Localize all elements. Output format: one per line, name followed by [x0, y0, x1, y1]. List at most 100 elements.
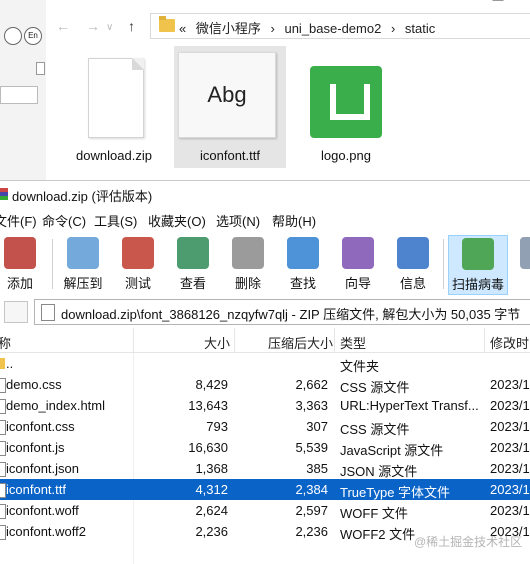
window-title: download.zip (评估版本): [12, 189, 153, 204]
add-books-icon: [4, 237, 36, 269]
breadcrumb-separator[interactable]: ›: [271, 21, 275, 36]
type-cell: JSON 源文件: [340, 464, 418, 479]
breadcrumb-overflow[interactable]: «: [179, 21, 186, 36]
forward-arrow-icon[interactable]: →: [86, 18, 100, 34]
table-row[interactable]: iconfont.js 16,630 5,539 JavaScript 源文件 2023…: [0, 437, 530, 458]
breadcrumb-item-project[interactable]: uni_base-demo2: [284, 21, 381, 36]
background-checkbox[interactable]: [36, 62, 45, 75]
archive-window: download.zip (评估版本) 文件(F) 命令(C) 工具(S) 收藏…: [0, 180, 530, 564]
back-arrow-icon[interactable]: ←: [56, 18, 70, 34]
menu-tools[interactable]: 工具(S): [94, 211, 137, 230]
size-cell: 13,643: [188, 398, 228, 413]
folder-icon: [159, 16, 175, 32]
winrar-app-icon: [0, 188, 8, 200]
file-name-cell: iconfont.ttf: [6, 482, 66, 497]
modified-cell: 2023/1: [490, 398, 530, 413]
breadcrumb-item-static[interactable]: static: [405, 21, 435, 36]
menu-help[interactable]: 帮助(H): [272, 211, 316, 230]
table-row[interactable]: demo.css 8,429 2,662 CSS 源文件 2023/1: [0, 374, 530, 395]
document-icon: [88, 58, 144, 138]
menu-file[interactable]: 文件(F): [0, 211, 37, 230]
background-circle-icon[interactable]: [4, 27, 22, 45]
table-row[interactable]: demo_index.html 13,643 3,363 URL:HyperText …: [0, 395, 530, 416]
view-label: 查看: [179, 276, 206, 291]
virus-scan-button[interactable]: 扫描病毒: [448, 235, 508, 295]
test-button[interactable]: 测试: [112, 235, 164, 293]
type-cell: URL:HyperText Transf...: [340, 398, 479, 413]
history-chevron-icon[interactable]: ∨: [106, 22, 113, 33]
test-label: 测试: [124, 276, 151, 291]
path-bar: download.zip\font_3868126_nzqyfw7qlj - Z…: [0, 297, 530, 325]
virus-scan-icon: [462, 238, 494, 270]
up-arrow-icon[interactable]: ↑: [128, 18, 135, 34]
find-label: 查找: [289, 276, 316, 291]
up-folder-button[interactable]: [4, 301, 28, 323]
info-icon: [397, 237, 429, 269]
file-item-download-zip[interactable]: download.zip: [58, 46, 170, 168]
type-cell: CSS 源文件: [340, 422, 410, 437]
size-cell: 8,429: [195, 377, 228, 392]
image-thumbnail-icon: [310, 66, 382, 138]
watermark: @稀土掘金技术社区: [414, 535, 523, 549]
add-button[interactable]: 添加: [0, 235, 46, 293]
archive-path-text: download.zip\font_3868126_nzqyfw7qlj - Z…: [61, 307, 521, 322]
wizard-button[interactable]: 向导: [332, 235, 384, 293]
file-name-cell: demo_index.html: [6, 398, 105, 413]
table-row[interactable]: iconfont.woff 2,624 2,597 WOFF 文件 2023/1: [0, 500, 530, 521]
type-cell: WOFF 文件: [340, 506, 408, 521]
archive-path-field[interactable]: download.zip\font_3868126_nzqyfw7qlj - Z…: [34, 299, 530, 325]
wizard-label: 向导: [344, 276, 371, 291]
column-size[interactable]: 大小: [204, 333, 230, 352]
table-row[interactable]: iconfont.json 1,368 385 JSON 源文件 2023/1: [0, 458, 530, 479]
menu-bar: 文件(F) 命令(C) 工具(S) 收藏夹(O) 选项(N) 帮助(H): [0, 208, 530, 230]
extract-button[interactable]: 解压到: [57, 235, 109, 293]
column-packed-size[interactable]: 压缩后大小: [268, 333, 333, 352]
table-row[interactable]: iconfont.css 793 307 CSS 源文件 2023/1: [0, 416, 530, 437]
type-cell: 文件夹: [340, 359, 380, 374]
file-name-cell: iconfont.css: [6, 419, 75, 434]
info-button[interactable]: 信息: [387, 235, 439, 293]
size-cell: 2,624: [195, 503, 228, 518]
address-bar[interactable]: « 微信小程序 › uni_base-demo2 › static: [150, 13, 530, 39]
column-divider: [334, 328, 335, 352]
packed-size-cell: 2,236: [295, 524, 328, 539]
column-type[interactable]: 类型: [340, 333, 366, 352]
breadcrumb-separator[interactable]: ›: [391, 21, 395, 36]
find-magnifier-icon: [287, 237, 319, 269]
menu-options[interactable]: 选项(N): [216, 211, 260, 230]
minimize-button[interactable]: —: [476, 0, 520, 6]
size-cell: 1,368: [195, 461, 228, 476]
delete-trash-icon: [232, 237, 264, 269]
type-cell: WOFF2 文件: [340, 527, 416, 542]
modified-cell: 2023/1: [490, 503, 530, 518]
file-item-logo-png[interactable]: logo.png: [290, 46, 402, 168]
packed-size-cell: 2,662: [295, 377, 328, 392]
comment-button[interactable]: 注: [510, 235, 530, 293]
packed-size-cell: 2,597: [295, 503, 328, 518]
menu-favorites[interactable]: 收藏夹(O): [148, 211, 206, 230]
file-name-cell: iconfont.json: [6, 461, 79, 476]
type-cell: TrueType 字体文件: [340, 485, 451, 500]
column-name[interactable]: 称: [0, 333, 11, 352]
list-header: 称 大小 压缩后大小 类型 修改时: [0, 328, 530, 353]
type-cell: JavaScript 源文件: [340, 443, 444, 458]
file-item-iconfont-ttf[interactable]: Abg iconfont.ttf: [174, 46, 286, 168]
packed-size-cell: 2,384: [295, 482, 328, 497]
delete-button[interactable]: 删除: [222, 235, 274, 293]
toolbar: 添加 解压到 测试 查看 删除 查找 向导 信息 扫描病毒: [0, 231, 530, 295]
view-button[interactable]: 查看: [167, 235, 219, 293]
background-input[interactable]: [0, 86, 38, 104]
table-row[interactable]: .. 文件夹: [0, 353, 530, 374]
file-name: iconfont.ttf: [200, 148, 260, 163]
modified-cell: 2023/1: [490, 461, 530, 476]
breadcrumb-item-wechat[interactable]: 微信小程序: [196, 21, 261, 36]
file-explorer-window: — ← → ∨ ↑ « 微信小程序 › uni_base-demo2 › sta…: [46, 0, 530, 182]
wizard-wand-icon: [342, 237, 374, 269]
table-row[interactable]: iconfont.ttf 4,312 2,384 TrueType 字体文件 2023/…: [0, 479, 530, 500]
language-badge[interactable]: En: [24, 27, 42, 45]
find-button[interactable]: 查找: [277, 235, 329, 293]
menu-commands[interactable]: 命令(C): [42, 211, 86, 230]
column-modified[interactable]: 修改时: [490, 333, 529, 352]
size-cell: 4,312: [195, 482, 228, 497]
background-window: En: [0, 0, 47, 180]
